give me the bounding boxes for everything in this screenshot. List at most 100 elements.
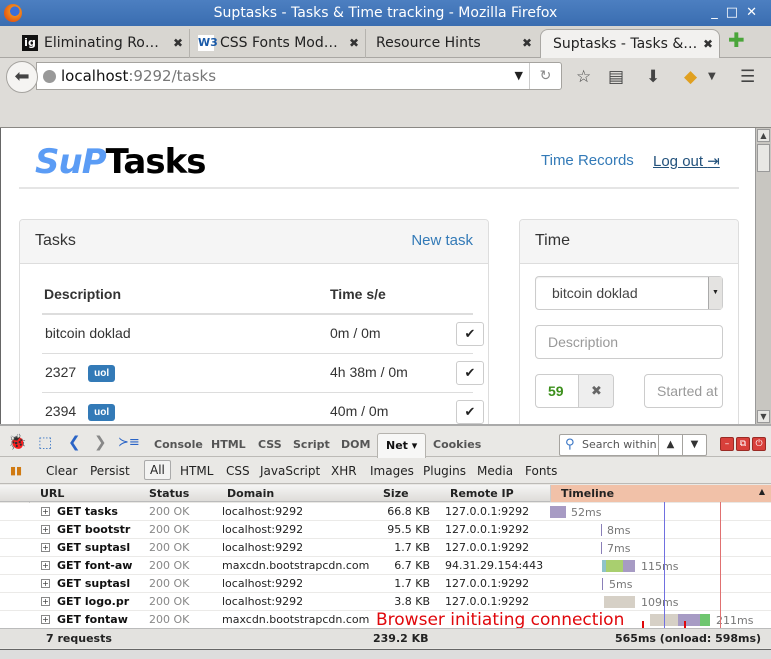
- col-domain[interactable]: Domain: [227, 487, 274, 500]
- expand-icon[interactable]: +: [41, 507, 50, 516]
- url-dropdown-icon[interactable]: ▼: [515, 63, 523, 89]
- timer-control: 59 ✖: [535, 374, 614, 408]
- expand-icon[interactable]: +: [41, 615, 50, 624]
- column-time: Time s/e: [330, 286, 386, 302]
- forward-icon[interactable]: ❯: [94, 433, 107, 451]
- reset-timer-button[interactable]: ✖: [578, 375, 613, 407]
- description-input[interactable]: Description: [535, 325, 723, 359]
- command-line-icon[interactable]: ≻≡: [118, 435, 140, 450]
- filter-plugins[interactable]: Plugins: [423, 464, 466, 478]
- minimize-button[interactable]: _: [711, 5, 726, 20]
- request-row[interactable]: + GET font-aw 200 OK maxcdn.bootstrapcdn.co…: [0, 557, 771, 575]
- tab-console[interactable]: Console: [154, 438, 203, 451]
- close-tab-icon[interactable]: ✖: [522, 29, 532, 57]
- col-size[interactable]: Size: [383, 487, 409, 500]
- xhr-pause-icon[interactable]: ▮▮: [10, 464, 22, 477]
- search-next-icon[interactable]: ▼: [682, 435, 706, 455]
- request-row[interactable]: + GET suptasl 200 OK localhost:9292 1.7 KB 12…: [0, 575, 771, 593]
- downloads-icon[interactable]: ⬇: [646, 67, 660, 87]
- reading-list-icon[interactable]: ▤: [608, 67, 624, 87]
- tab-strip: ig Eliminating Ro… ✖ W3 CSS Fonts Mod… ✖…: [0, 26, 771, 58]
- tab-net[interactable]: Net ▾: [377, 433, 427, 458]
- close-window-button[interactable]: ✕: [746, 5, 765, 20]
- expand-icon[interactable]: +: [41, 543, 50, 552]
- filter-javascript[interactable]: JavaScript: [260, 464, 320, 478]
- request-row[interactable]: + GET logo.pr 200 OK localhost:9292 3.8 KB 12…: [0, 593, 771, 611]
- tab-css[interactable]: CSS: [258, 438, 282, 451]
- task-select[interactable]: bitcoin doklad ▼: [535, 276, 723, 310]
- search-prev-icon[interactable]: ▲: [658, 435, 682, 455]
- tab-script[interactable]: Script: [293, 438, 330, 451]
- expand-icon[interactable]: +: [41, 525, 50, 534]
- col-timeline[interactable]: Timeline ▲: [550, 485, 771, 502]
- back-button[interactable]: ⬅: [6, 61, 38, 93]
- filter-css[interactable]: CSS: [226, 464, 250, 478]
- request-row[interactable]: + GET tasks 200 OK localhost:9292 66.8 KB 127…: [0, 503, 771, 521]
- reload-icon[interactable]: ↻: [529, 63, 561, 89]
- new-tab-icon[interactable]: ✚: [728, 30, 745, 50]
- menu-icon[interactable]: ☰: [740, 67, 755, 87]
- tab-css-fonts[interactable]: W3 CSS Fonts Mod… ✖: [194, 29, 366, 58]
- persist-button[interactable]: Persist: [90, 464, 130, 478]
- url-path: :9292/tasks: [128, 67, 217, 85]
- app-logo[interactable]: SuPTasks: [35, 142, 206, 182]
- close-tab-icon[interactable]: ✖: [173, 29, 183, 57]
- extension-icon[interactable]: ◆: [684, 67, 697, 87]
- col-status[interactable]: Status: [149, 487, 189, 500]
- complete-task-button[interactable]: ✔: [456, 322, 484, 346]
- close-tab-icon[interactable]: ✖: [703, 30, 713, 58]
- request-size: 3.8 KB: [394, 595, 430, 608]
- search-input[interactable]: ⚲ Search within Net ▲ ▼: [559, 434, 707, 456]
- col-remote-ip[interactable]: Remote IP: [450, 487, 514, 500]
- time-records-link[interactable]: Time Records: [541, 152, 634, 169]
- tab-dom[interactable]: DOM: [341, 438, 370, 451]
- col-url[interactable]: URL: [40, 487, 64, 500]
- extension-dropdown-icon[interactable]: ▼: [708, 71, 716, 82]
- bookmark-star-icon[interactable]: ☆: [576, 67, 591, 87]
- expand-icon[interactable]: +: [41, 561, 50, 570]
- tab-html[interactable]: HTML: [211, 438, 246, 451]
- filter-xhr[interactable]: XHR: [331, 464, 357, 478]
- timeline-bar: [601, 524, 602, 536]
- request-url: GET logo.pr: [57, 595, 130, 608]
- inspect-icon[interactable]: ⬚: [38, 433, 52, 451]
- complete-task-button[interactable]: ✔: [456, 400, 484, 424]
- page-scrollbar[interactable]: ▲ ▼: [755, 128, 771, 424]
- request-row[interactable]: + GET bootstr 200 OK localhost:9292 95.5 KB 1…: [0, 521, 771, 539]
- detach-firebug-button[interactable]: ⧉: [736, 437, 750, 451]
- started-at-input[interactable]: Started at: [644, 374, 723, 408]
- filter-images[interactable]: Images: [370, 464, 414, 478]
- horizontal-scrollbar[interactable]: [0, 649, 771, 659]
- clear-button[interactable]: Clear: [46, 464, 77, 478]
- tab-resource-hints[interactable]: Resource Hints ✖: [370, 29, 538, 58]
- firebug-icon[interactable]: 🐞: [8, 433, 27, 451]
- filter-all[interactable]: All: [144, 460, 171, 480]
- url-bar[interactable]: localhost:9292/tasks ▼ ↻: [36, 62, 562, 90]
- window-controls[interactable]: _□✕: [711, 0, 765, 26]
- filter-html[interactable]: HTML: [180, 464, 213, 478]
- expand-icon[interactable]: +: [41, 597, 50, 606]
- tab-suptasks[interactable]: Suptasks - Tasks &… ✖: [540, 29, 720, 58]
- tab-eliminating[interactable]: ig Eliminating Ro… ✖: [18, 29, 190, 58]
- close-tab-icon[interactable]: ✖: [349, 29, 359, 57]
- web-page: SuPTasks Time Records Log out ⇥ Tasks Ne…: [0, 128, 755, 424]
- task-description: 2394: [45, 403, 77, 419]
- timeline-bar: [623, 560, 635, 572]
- scroll-thumb[interactable]: [757, 144, 770, 172]
- request-status: 200 OK: [149, 559, 190, 572]
- back-icon[interactable]: ❮: [68, 433, 81, 451]
- complete-task-button[interactable]: ✔: [456, 361, 484, 385]
- minimize-firebug-button[interactable]: –: [720, 437, 734, 451]
- filter-fonts[interactable]: Fonts: [525, 464, 557, 478]
- logout-link[interactable]: Log out ⇥: [653, 152, 720, 170]
- request-row[interactable]: + GET suptasl 200 OK localhost:9292 1.7 KB 12…: [0, 539, 771, 557]
- scroll-up-icon[interactable]: ▲: [757, 129, 770, 142]
- new-task-link[interactable]: New task: [411, 220, 473, 262]
- maximize-button[interactable]: □: [726, 5, 746, 20]
- tab-cookies[interactable]: Cookies: [433, 438, 481, 451]
- close-firebug-button[interactable]: ⏻: [752, 437, 766, 451]
- expand-icon[interactable]: +: [41, 579, 50, 588]
- scroll-down-icon[interactable]: ▼: [757, 410, 770, 423]
- request-status: 200 OK: [149, 541, 190, 554]
- filter-media[interactable]: Media: [477, 464, 513, 478]
